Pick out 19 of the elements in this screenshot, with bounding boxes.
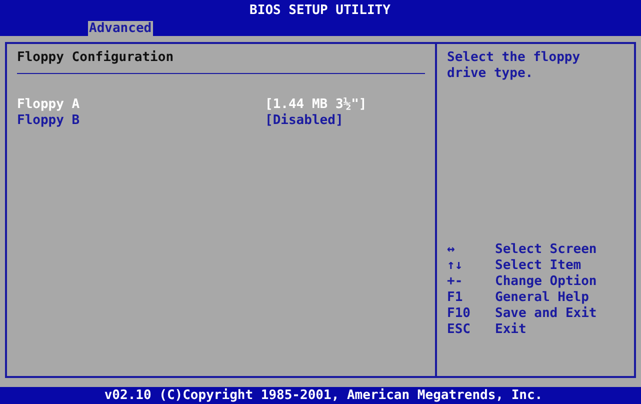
key-label: ESC (447, 322, 472, 338)
section-title: Floppy Configuration (17, 50, 425, 74)
key-label: F1 (447, 290, 464, 306)
key-action: Save and Exit (495, 306, 597, 322)
menu-tab[interactable]: Advanced (88, 21, 153, 37)
help-text: Select the floppy drive type. (447, 50, 582, 82)
key-action: Select Screen (495, 242, 597, 258)
key-action: Change Option (495, 274, 597, 290)
setting-label[interactable]: Floppy B (17, 113, 265, 129)
key-label: F10 (447, 306, 472, 322)
key-action: Exit (495, 322, 526, 338)
window-title: BIOS SETUP UTILITY (250, 3, 390, 19)
key-label: +- (447, 274, 464, 290)
key-action: Select Item (495, 258, 582, 274)
key-label: ↔ (447, 242, 456, 258)
key-action: General Help (495, 290, 589, 306)
key-label: ↑↓ (447, 258, 464, 274)
setting-value[interactable]: [Disabled] (265, 113, 344, 129)
status-bar: v02.10 (C)Copyright 1985-2001, American Megatrends, Inc. (0, 387, 641, 404)
